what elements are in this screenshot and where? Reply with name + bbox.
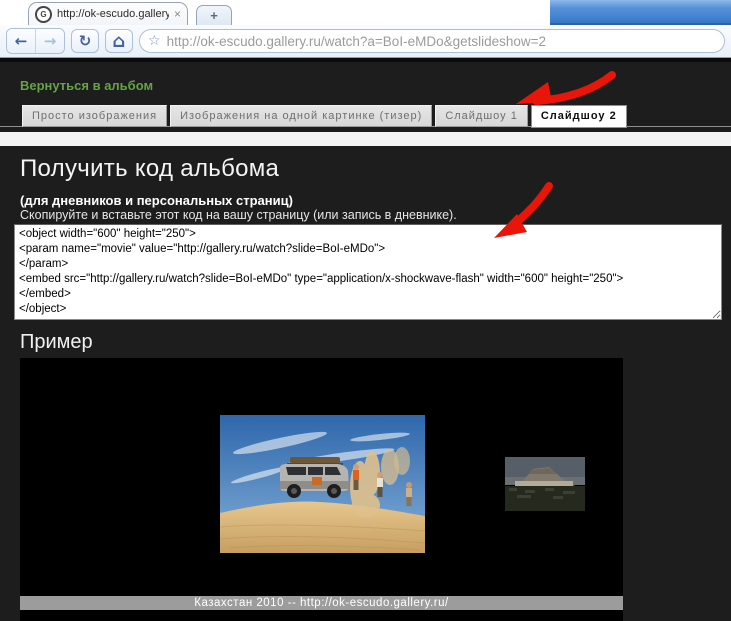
window-frame — [550, 0, 731, 25]
refresh-icon: ↻ — [79, 32, 92, 50]
back-to-album-link[interactable]: Вернуться в альбом — [20, 78, 153, 93]
embed-code-textarea[interactable]: <object width="600" height="250"> <param… — [14, 224, 722, 320]
browser-window: G http://ok-escudo.gallery.ru... × + ← →… — [0, 0, 731, 621]
nav-button-group: ← → — [6, 28, 65, 54]
example-title: Пример — [20, 331, 93, 354]
browser-tab-strip: G http://ok-escudo.gallery.ru... × + — [0, 0, 731, 25]
tab-close-icon[interactable]: × — [174, 8, 181, 20]
forward-button[interactable]: → — [35, 29, 64, 53]
site-favicon-icon: G — [35, 6, 52, 23]
slideshow-example: Казахстан 2010 -- http://ok-escudo.galle… — [20, 358, 623, 621]
page-subtitle: (для дневников и персональных страниц) — [20, 193, 293, 208]
new-tab-button[interactable]: + — [196, 5, 232, 25]
slideshow-caption: Казахстан 2010 -- http://ok-escudo.galle… — [20, 596, 623, 610]
tab-title: http://ok-escudo.gallery.ru... — [57, 8, 169, 20]
page-tabs: Просто изображения Изображения на одной … — [22, 105, 627, 128]
page-tab-teaser[interactable]: Изображения на одной картинке (тизер) — [170, 105, 432, 127]
slideshow-photo-main[interactable] — [220, 415, 425, 553]
home-icon: ⌂ — [113, 31, 126, 52]
page-title: Получить код альбома — [20, 155, 279, 183]
separator-strip — [0, 132, 731, 146]
browser-tab[interactable]: G http://ok-escudo.gallery.ru... × — [28, 2, 188, 25]
url-text: http://ok-escudo.gallery.ru/watch?a=BoI-… — [167, 34, 546, 49]
browser-toolbar: ← → ↻ ⌂ ☆ http://ok-escudo.gallery.ru/wa… — [0, 25, 731, 58]
slideshow-photo-thumbnail[interactable] — [505, 457, 585, 511]
address-bar[interactable]: ☆ http://ok-escudo.gallery.ru/watch?a=Bo… — [139, 29, 725, 53]
home-button[interactable]: ⌂ — [105, 29, 133, 53]
plus-icon: + — [210, 8, 218, 23]
back-arrow-icon: ← — [15, 32, 28, 50]
forward-arrow-icon: → — [44, 32, 57, 50]
back-button[interactable]: ← — [7, 29, 35, 53]
instruction-text: Скопируйте и вставьте этот код на вашу с… — [20, 208, 457, 222]
page-top-shadow — [0, 58, 731, 62]
bookmark-star-icon[interactable]: ☆ — [148, 34, 161, 48]
refresh-button[interactable]: ↻ — [71, 29, 99, 53]
page-tab-slideshow-1[interactable]: Слайдшоу 1 — [435, 105, 528, 127]
page-tab-plain-images[interactable]: Просто изображения — [22, 105, 167, 127]
page-tab-slideshow-2[interactable]: Слайдшоу 2 — [531, 105, 627, 128]
